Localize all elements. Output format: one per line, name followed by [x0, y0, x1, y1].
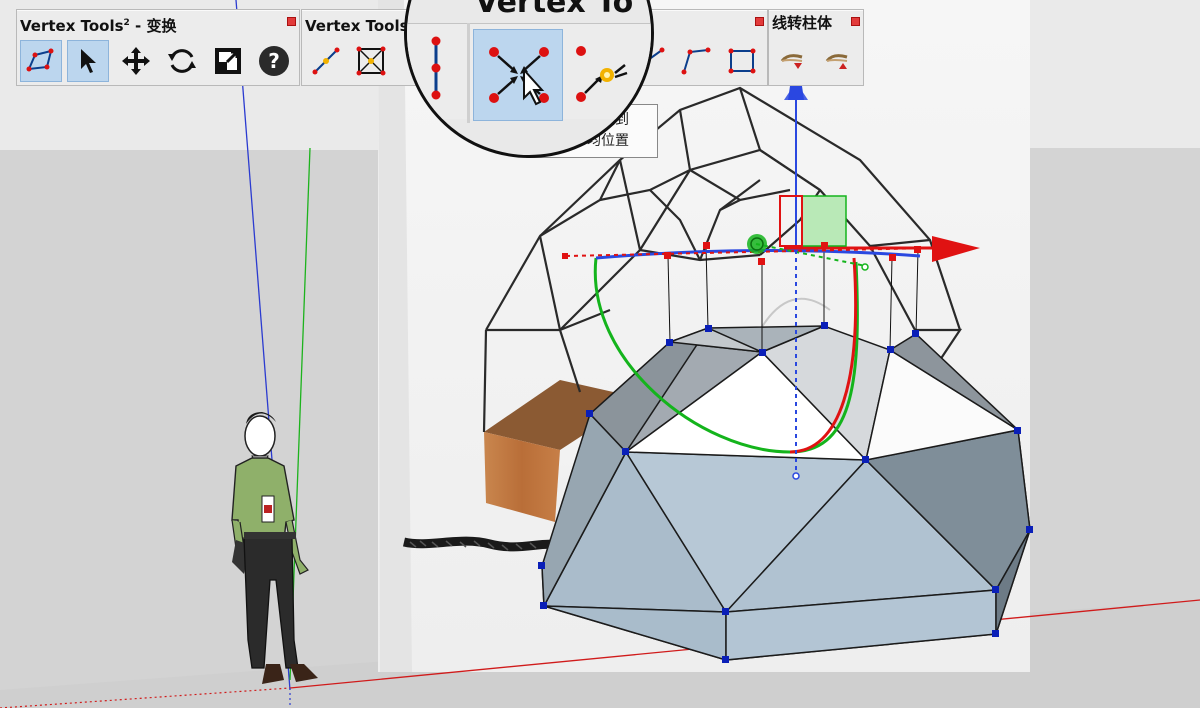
- magnifier-point-to-average-button[interactable]: [569, 29, 639, 121]
- scale-icon: [215, 48, 241, 74]
- lines-to-cylinder-alt-icon: [825, 54, 848, 69]
- select-arrow-icon: [81, 49, 96, 73]
- rectangle-vertex-icon: [728, 48, 756, 74]
- point-to-average-icon: [576, 46, 628, 102]
- polygon-vertex-icon: [26, 48, 54, 72]
- magnifier-vertical-line-button[interactable]: [421, 35, 451, 101]
- magnifier-toolbar-title: Vertex To: [475, 0, 634, 20]
- scale-tool-button[interactable]: [207, 40, 249, 82]
- help-button[interactable]: ?: [253, 40, 295, 82]
- svg-text:?: ?: [268, 49, 280, 73]
- square-center-button[interactable]: [350, 40, 392, 82]
- edit-line-b-icon: [681, 47, 711, 75]
- lines-to-cylinder-toolbar: 线转柱体: [768, 9, 864, 86]
- line-midpoint-button[interactable]: [305, 40, 347, 82]
- magnifier-separator: [467, 23, 470, 123]
- edit-line-b-button[interactable]: [675, 40, 717, 82]
- merge-points-icon: [489, 47, 549, 106]
- move-tool-button[interactable]: [115, 40, 157, 82]
- rectangle-vertex-button[interactable]: [721, 40, 763, 82]
- square-center-icon: [356, 46, 386, 76]
- toolbar-title: Vertex Tools2 - 变换: [20, 17, 177, 35]
- vertex-select-button[interactable]: [20, 40, 62, 82]
- toolbar-close-button[interactable]: [755, 17, 764, 26]
- help-icon: ?: [259, 46, 289, 76]
- magnifier-merge-points-button[interactable]: [473, 29, 563, 121]
- lines-to-cylinder-button[interactable]: [772, 40, 814, 82]
- toolbar-close-button[interactable]: [287, 17, 296, 26]
- toolbar-close-button[interactable]: [851, 17, 860, 26]
- lines-to-cylinder-icon: [780, 54, 803, 69]
- toolbar-title: 线转柱体: [772, 14, 833, 32]
- vertex-tools-transform-toolbar: Vertex Tools2 - 变换 ?: [16, 9, 300, 86]
- vertical-line-icon: [431, 36, 441, 100]
- rotate-tool-button[interactable]: [161, 40, 203, 82]
- rotate-icon: [168, 49, 196, 73]
- line-midpoint-icon: [312, 47, 340, 75]
- move-arrows-icon: [122, 47, 150, 75]
- select-tool-button[interactable]: [67, 40, 109, 82]
- lines-to-cylinder-alt-button[interactable]: [817, 40, 859, 82]
